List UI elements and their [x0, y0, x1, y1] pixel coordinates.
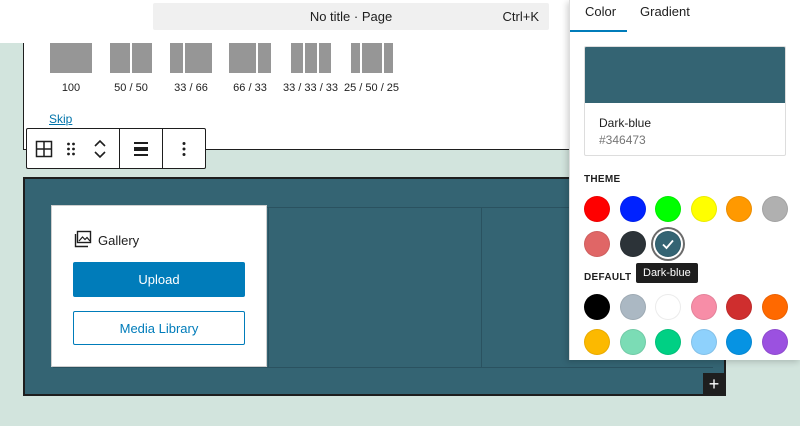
theme-color-swatch[interactable] [584, 231, 610, 257]
default-section-label: DEFAULT [584, 272, 632, 283]
color-popover: Color Gradient Dark-blue #346473 THEME D… [569, 0, 800, 360]
variation-shape [283, 43, 338, 73]
variation-33-66[interactable]: 33 / 66 [170, 43, 212, 94]
variation-66-33[interactable]: 66 / 33 [229, 43, 271, 94]
default-color-swatch[interactable] [726, 329, 752, 355]
default-color-swatch[interactable] [690, 329, 717, 355]
shortcut-hint: Ctrl+K [502, 9, 539, 24]
theme-color-swatch[interactable] [726, 196, 752, 222]
variation-25-50-25[interactable]: 25 / 50 / 25 [344, 43, 399, 94]
color-preview[interactable]: Dark-blue #346473 [584, 46, 786, 156]
add-block-button[interactable]: + [703, 373, 725, 395]
move-up-down-icon[interactable] [81, 129, 119, 168]
color-tabs: Color Gradient [570, 0, 800, 33]
column-divider [481, 207, 482, 367]
drag-handle-icon[interactable] [61, 129, 81, 168]
variation-shape [229, 43, 271, 73]
preview-swatch [585, 47, 785, 103]
columns-icon[interactable] [27, 129, 61, 168]
block-toolbar [26, 128, 206, 169]
upload-button[interactable]: Upload [73, 262, 245, 297]
tab-color[interactable]: Color [585, 4, 616, 19]
variation-label: 25 / 50 / 25 [344, 82, 400, 94]
variation-shape [344, 43, 399, 73]
variation-label: 100 [61, 82, 81, 94]
toolbar-group-more [163, 129, 205, 168]
default-color-swatch[interactable] [655, 294, 681, 320]
default-color-swatch[interactable] [690, 294, 717, 320]
theme-color-swatch[interactable] [761, 196, 788, 222]
variation-33-33-33[interactable]: 33 / 33 / 33 [283, 43, 338, 94]
align-icon[interactable] [120, 129, 162, 168]
variation-label: 33 / 66 [174, 82, 208, 94]
more-options-icon[interactable] [163, 129, 205, 168]
variation-shape [110, 43, 152, 73]
gallery-icon [74, 230, 92, 251]
default-color-swatch[interactable] [619, 294, 646, 320]
tab-gradient[interactable]: Gradient [640, 4, 690, 19]
gallery-header: Gallery [74, 230, 139, 251]
toolbar-group-block [27, 129, 120, 168]
color-tooltip: Dark-blue [636, 263, 698, 283]
default-color-swatch[interactable] [655, 329, 681, 355]
color-hex: #346473 [599, 133, 646, 147]
default-color-swatch[interactable] [619, 329, 646, 355]
theme-color-swatch[interactable] [655, 196, 681, 222]
default-color-swatch[interactable] [761, 329, 788, 355]
command-palette-bar[interactable]: No title · Page Ctrl+K [153, 3, 549, 30]
theme-section-label: THEME [584, 174, 621, 185]
variation-label: 66 / 33 [233, 82, 267, 94]
default-color-swatch[interactable] [584, 329, 610, 355]
color-name: Dark-blue [599, 116, 652, 130]
media-library-button[interactable]: Media Library [73, 311, 245, 345]
variation-100[interactable]: 100 [50, 43, 92, 94]
theme-color-swatch[interactable] [655, 231, 681, 257]
toolbar-group-align [120, 129, 163, 168]
skip-link[interactable]: Skip [49, 112, 72, 126]
column-divider [53, 367, 713, 368]
variation-shape [50, 43, 92, 73]
active-tab-indicator [570, 30, 627, 32]
variation-label: 33 / 33 / 33 [283, 82, 339, 94]
default-color-swatch[interactable] [584, 294, 610, 320]
variation-shape [170, 43, 212, 73]
default-color-swatch[interactable] [761, 294, 788, 320]
theme-color-swatch[interactable] [584, 196, 610, 222]
document-title: No title · Page [309, 9, 393, 24]
gallery-placeholder: Gallery Upload Media Library [52, 206, 266, 366]
default-color-swatch[interactable] [726, 294, 752, 320]
theme-color-swatch[interactable] [619, 196, 646, 222]
theme-color-swatch[interactable] [619, 231, 646, 257]
gallery-title: Gallery [98, 233, 140, 248]
variation-50-50[interactable]: 50 / 50 [110, 43, 152, 94]
variation-label: 50 / 50 [114, 82, 148, 94]
theme-color-swatch[interactable] [690, 196, 717, 222]
check-icon [656, 232, 680, 256]
column-divider [268, 207, 269, 367]
